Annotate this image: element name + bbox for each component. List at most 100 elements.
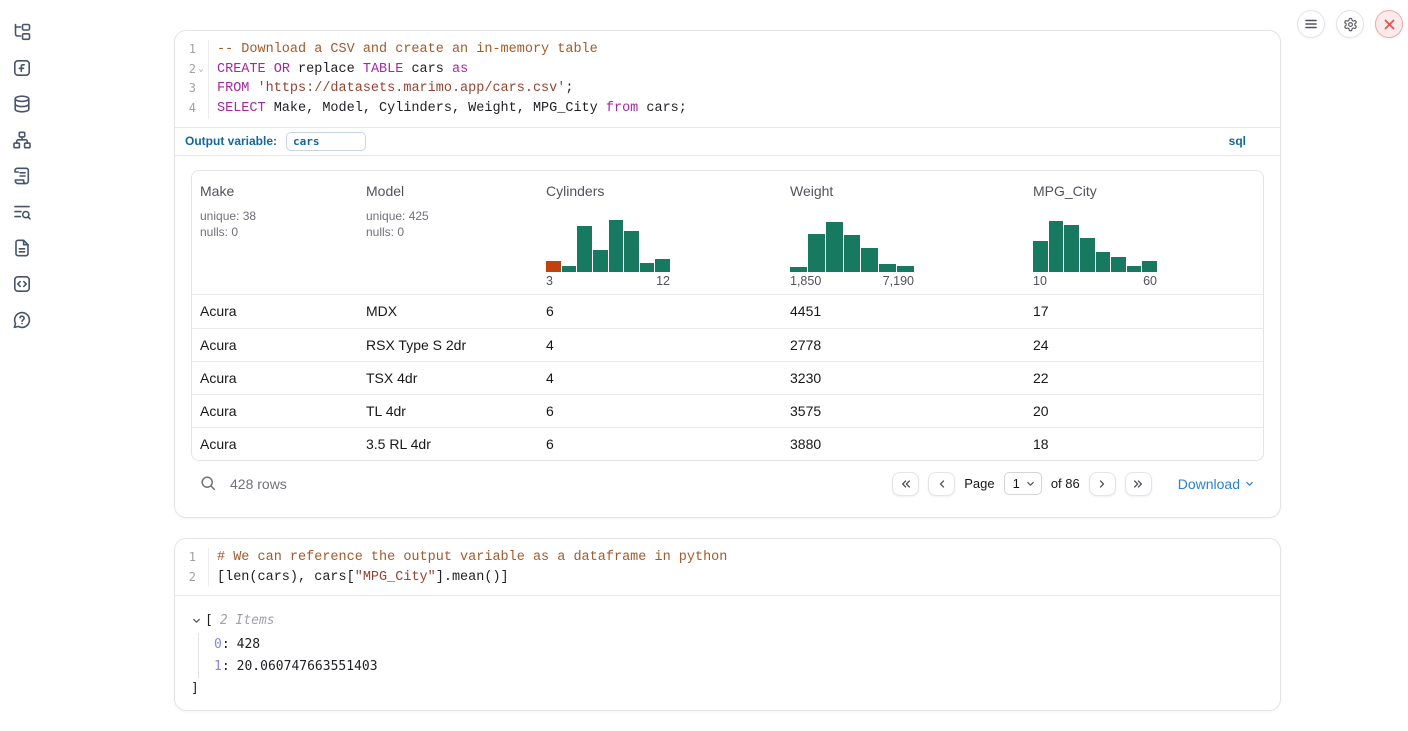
line-number: 3 bbox=[189, 79, 196, 99]
histogram-bar[interactable] bbox=[844, 235, 861, 271]
first-page-button[interactable] bbox=[892, 472, 919, 496]
histogram-bars[interactable] bbox=[1033, 220, 1157, 272]
table-row[interactable]: AcuraMDX6445117 bbox=[192, 295, 1263, 328]
page-select[interactable]: 1 bbox=[1004, 472, 1042, 495]
histogram-bar[interactable] bbox=[577, 226, 592, 272]
line-number: 1 bbox=[189, 40, 196, 60]
chevron-down-icon bbox=[1244, 478, 1255, 489]
code-square-icon[interactable] bbox=[12, 274, 32, 294]
column-stats: unique: 38nulls: 0 bbox=[200, 208, 350, 240]
histogram-bars[interactable] bbox=[546, 220, 670, 272]
column-histogram: 1060 bbox=[1033, 220, 1157, 288]
python-code-editor[interactable]: 1# We can reference the output variable … bbox=[175, 539, 1280, 596]
language-badge: sql bbox=[1229, 134, 1246, 148]
histogram-bar[interactable] bbox=[1127, 266, 1142, 272]
table-header-row: Make unique: 38nulls: 0Modelunique: 425nu… bbox=[192, 171, 1263, 295]
file-tree-icon[interactable] bbox=[12, 22, 32, 42]
settings-button[interactable] bbox=[1336, 10, 1364, 38]
scroll-text-icon[interactable] bbox=[12, 166, 32, 186]
page-label: Page bbox=[964, 476, 994, 491]
histogram-bar[interactable] bbox=[879, 264, 896, 272]
column-header-mpg_city[interactable]: MPG_City1060 bbox=[1025, 171, 1264, 294]
next-page-button[interactable] bbox=[1089, 472, 1116, 496]
help-bubble-icon[interactable] bbox=[12, 310, 32, 330]
table-row[interactable]: AcuraTL 4dr6357520 bbox=[192, 394, 1263, 427]
histogram-bar[interactable] bbox=[640, 263, 655, 272]
tree-root: [ 2 Items bbox=[191, 610, 1264, 631]
column-histogram: 312 bbox=[546, 220, 670, 288]
histogram-bar[interactable] bbox=[790, 267, 807, 272]
histogram-bar[interactable] bbox=[1111, 257, 1126, 272]
column-name: Weight bbox=[790, 183, 1017, 199]
tree-output: [ 2 Items 0:4281:20.060747663551403 ] bbox=[191, 610, 1264, 698]
table-cell: 2778 bbox=[782, 337, 1025, 353]
histogram-bar[interactable] bbox=[593, 250, 608, 272]
sql-code-editor[interactable]: 1 -- Download a CSV and create an in-memo… bbox=[175, 31, 1280, 127]
collapse-chevron-icon[interactable] bbox=[191, 615, 202, 626]
code-text: # We can reference the output variable a… bbox=[209, 548, 727, 568]
histogram-bar[interactable] bbox=[1080, 238, 1095, 272]
code-line: 2[len(cars), cars["MPG_City"].mean()] bbox=[175, 568, 1280, 588]
table-cell: 4 bbox=[538, 370, 782, 386]
database-icon[interactable] bbox=[12, 94, 32, 114]
table-cell: 6 bbox=[538, 436, 782, 452]
table-cell: 3230 bbox=[782, 370, 1025, 386]
notebook: 1 -- Download a CSV and create an in-memo… bbox=[174, 30, 1281, 731]
search-icon[interactable] bbox=[200, 475, 217, 492]
page-of-label: of 86 bbox=[1051, 476, 1080, 491]
table-row[interactable]: AcuraTSX 4dr4323022 bbox=[192, 361, 1263, 394]
histogram-axis-labels: 1,8507,190 bbox=[790, 274, 914, 288]
fold-chevron-icon[interactable]: ⌄ bbox=[196, 60, 206, 80]
table-footer: 428 rows Page 1 of 86 bbox=[191, 463, 1264, 505]
output-variable-input[interactable] bbox=[286, 132, 366, 151]
column-header-make[interactable]: Make unique: 38nulls: 0 bbox=[192, 171, 358, 294]
code-line: 1 -- Download a CSV and create an in-memo… bbox=[175, 40, 1280, 60]
menu-button[interactable] bbox=[1297, 10, 1325, 38]
network-icon[interactable] bbox=[12, 130, 32, 150]
table-cell: Acura bbox=[192, 403, 358, 419]
histogram-bar[interactable] bbox=[546, 261, 561, 271]
histogram-bar[interactable] bbox=[609, 220, 624, 272]
download-label: Download bbox=[1178, 476, 1240, 492]
histogram-bar[interactable] bbox=[624, 231, 639, 272]
hamburger-icon bbox=[1304, 17, 1318, 31]
download-button[interactable]: Download bbox=[1178, 476, 1255, 492]
table-cell: RSX Type S 2dr bbox=[358, 337, 538, 353]
text-search-icon[interactable] bbox=[12, 202, 32, 222]
table-cell: 3575 bbox=[782, 403, 1025, 419]
line-number-gutter: 2⌄ bbox=[175, 60, 209, 80]
histogram-bar[interactable] bbox=[562, 266, 577, 272]
last-page-button[interactable] bbox=[1125, 472, 1152, 496]
column-header-cylinders[interactable]: Cylinders312 bbox=[538, 171, 782, 294]
histogram-bar[interactable] bbox=[1033, 241, 1048, 272]
file-text-icon[interactable] bbox=[12, 238, 32, 258]
shutdown-button[interactable] bbox=[1375, 10, 1403, 38]
histogram-bar[interactable] bbox=[1049, 221, 1064, 272]
axis-max-label: 60 bbox=[1143, 274, 1157, 288]
histogram-bar[interactable] bbox=[861, 248, 878, 272]
histogram-axis-labels: 312 bbox=[546, 274, 670, 288]
tree-entry-value: 20.060747663551403 bbox=[237, 659, 378, 674]
cell-sql: 1 -- Download a CSV and create an in-memo… bbox=[174, 30, 1281, 518]
code-text: -- Download a CSV and create an in-memor… bbox=[209, 40, 598, 60]
column-name: Make bbox=[200, 183, 350, 199]
prev-page-button[interactable] bbox=[928, 472, 955, 496]
histogram-bar[interactable] bbox=[1064, 225, 1079, 272]
histogram-bars[interactable] bbox=[790, 220, 914, 272]
histogram-bar[interactable] bbox=[897, 266, 914, 272]
table-cell: TL 4dr bbox=[358, 403, 538, 419]
row-count: 428 rows bbox=[230, 476, 287, 492]
column-header-weight[interactable]: Weight 1,8507,190 bbox=[782, 171, 1025, 294]
column-header-model[interactable]: Modelunique: 425nulls: 0 bbox=[358, 171, 538, 294]
histogram-bar[interactable] bbox=[826, 222, 843, 271]
table-body: AcuraMDX6445117AcuraRSX Type S 2dr427782… bbox=[192, 295, 1263, 460]
tree-entry-value: 428 bbox=[237, 637, 260, 652]
gear-icon bbox=[1343, 17, 1358, 32]
histogram-bar[interactable] bbox=[1142, 261, 1157, 272]
table-row[interactable]: AcuraRSX Type S 2dr4277824 bbox=[192, 328, 1263, 361]
table-row[interactable]: Acura3.5 RL 4dr6388018 bbox=[192, 427, 1263, 460]
histogram-bar[interactable] bbox=[655, 259, 670, 272]
histogram-bar[interactable] bbox=[1096, 252, 1111, 272]
function-square-icon[interactable] bbox=[12, 58, 32, 78]
histogram-bar[interactable] bbox=[808, 234, 825, 271]
